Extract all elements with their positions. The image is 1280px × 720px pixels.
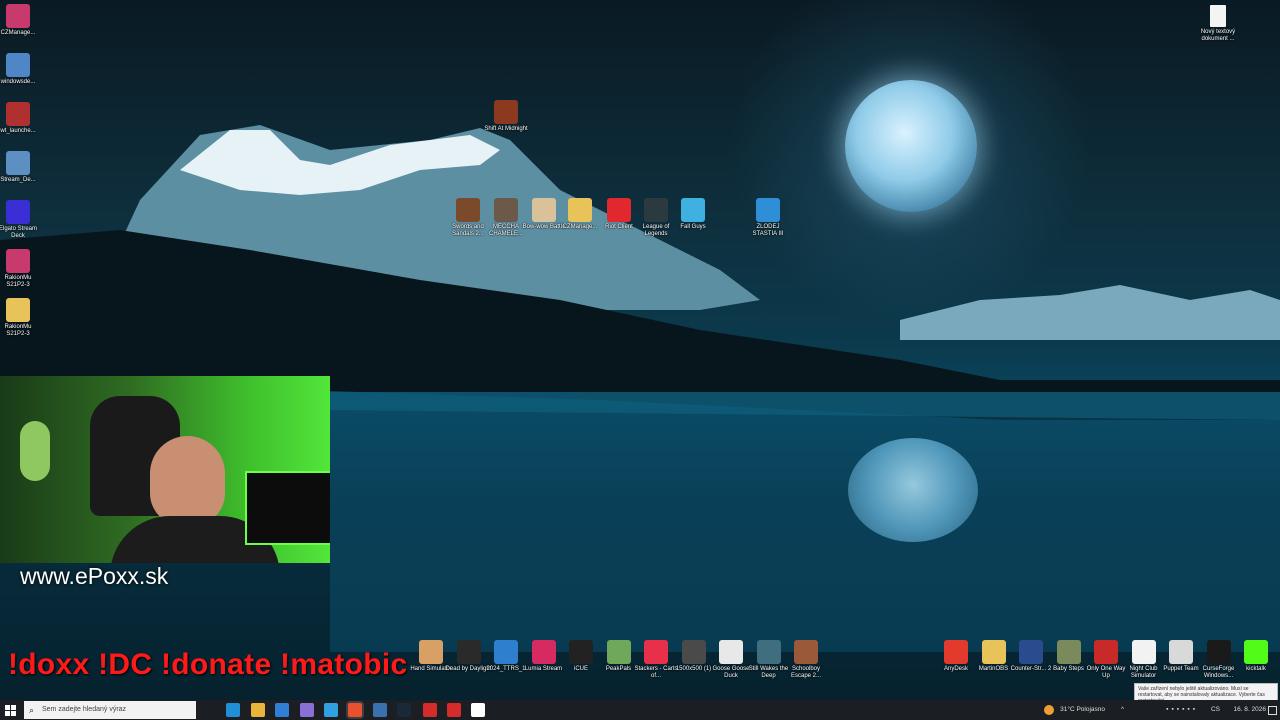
app-icon [1131, 640, 1156, 664]
icon-label: RakionMu S21P2-3 [4, 275, 32, 288]
icon-label: CZManage... [0, 30, 36, 36]
app-icon [981, 640, 1006, 664]
app-icon [756, 198, 780, 222]
app-icon [569, 640, 593, 664]
app-icon [681, 640, 706, 664]
steam-icon[interactable] [397, 703, 411, 717]
task-view-icon[interactable] [200, 703, 214, 717]
app-icon [606, 640, 631, 664]
search-placeholder: Sem zadejte hledaný výraz [42, 706, 127, 713]
app-icon[interactable] [324, 703, 338, 717]
icon-label: RakionMu S21P2-3 [4, 324, 32, 337]
app-icon [756, 640, 781, 664]
desktop-icon[interactable]: kicktalk [1232, 640, 1280, 673]
war-thunder-icon [6, 102, 30, 126]
desktop-icon[interactable]: Elgato Stream Deck [0, 200, 42, 240]
icon-label: Fall Guys [680, 224, 706, 230]
app-icon [1019, 640, 1043, 664]
desktop-icon[interactable]: RakionMu S21P2-3 [0, 249, 42, 289]
icon-label: windowsde... [0, 79, 36, 85]
stream-deck-icon [6, 200, 30, 224]
tray-icons[interactable]: ▪▪▪▪▪▪ [1166, 700, 1198, 720]
chat-commands-text: !doxx !DC !donate !matobic [8, 648, 408, 681]
app-icon [532, 198, 556, 222]
app-icon [494, 198, 518, 222]
desktop-icon[interactable]: ZLODEJ STASTIA III [744, 198, 792, 238]
icon-label: Stream_De... [0, 177, 36, 183]
app-icon [494, 640, 518, 664]
start-button[interactable] [5, 704, 17, 716]
winrar-archive-icon [6, 249, 30, 273]
desktop-icon[interactable]: Stream_De... [0, 151, 42, 184]
icon-label: wt_launche... [0, 128, 36, 134]
moon [845, 80, 977, 212]
frog-figure [20, 421, 50, 481]
desktop[interactable]: Nový textový dokument ... www.ePoxx.sk !… [0, 0, 1280, 720]
webcam-overlay [0, 376, 330, 563]
app-icon[interactable] [471, 703, 485, 717]
icon-label: ZLODEJ STASTIA III [752, 224, 784, 237]
app-icon [456, 640, 481, 664]
store-icon[interactable] [275, 703, 289, 717]
pc-case [245, 471, 330, 545]
clock-date[interactable]: 16. 8. 2026 [1233, 700, 1266, 720]
streamer-head [150, 436, 225, 526]
desktop-icon[interactable]: wt_launche... [0, 102, 42, 135]
installer-icon [6, 53, 30, 77]
app-icon [1169, 640, 1193, 664]
notification-center-icon[interactable] [1268, 706, 1277, 715]
app-icon[interactable] [423, 703, 437, 717]
app-icon [1244, 640, 1268, 664]
app-icon [494, 100, 518, 124]
desktop-icon-text-document[interactable]: Nový textový dokument ... [1194, 5, 1242, 43]
desktop-icon[interactable]: Fall Guys [669, 198, 717, 231]
app-icon [681, 198, 705, 222]
desktop-icon[interactable]: RakionMu S21P2-3 [0, 298, 42, 338]
website-text: www.ePoxx.sk [20, 563, 169, 589]
icon-label: Shift At Midnight [484, 126, 528, 132]
folder-icon [6, 298, 30, 322]
weather-text[interactable]: 31°C Polojasno [1060, 700, 1105, 720]
app-icon [794, 640, 818, 664]
app-icon [1056, 640, 1081, 664]
moon-reflection [848, 438, 978, 542]
search-box[interactable]: ⌕ Sem zadejte hledaný výraz [24, 701, 196, 719]
taskbar: ⌕ Sem zadejte hledaný výraz 31°C Polojas… [0, 700, 1280, 720]
file-explorer-icon[interactable] [251, 703, 265, 717]
icon-label: Schoolboy Escape 2... [790, 666, 822, 679]
icon-label: kicktalk [1246, 666, 1266, 672]
search-icon: ⌕ [29, 705, 35, 715]
app-icon [531, 640, 556, 664]
app-icon [456, 198, 480, 222]
app-icon [644, 640, 668, 664]
app-icon[interactable] [373, 703, 387, 717]
desktop-icon[interactable]: windowsde... [0, 53, 42, 86]
installer-icon [6, 151, 30, 175]
desktop-icon[interactable]: Schoolboy Escape 2... [782, 640, 830, 680]
brave-icon[interactable] [348, 703, 362, 717]
app-icon [1094, 640, 1118, 664]
app-icon [644, 198, 668, 222]
app-icon [944, 640, 968, 664]
app-icon [1206, 640, 1231, 664]
tray-chevron-icon[interactable]: ^ [1121, 700, 1124, 720]
desktop-icon[interactable]: CZManage... [0, 4, 42, 37]
language-indicator[interactable]: CS [1211, 700, 1220, 720]
wallpaper-landscape [0, 125, 1280, 652]
weather-icon [1044, 705, 1054, 715]
app-icon [719, 640, 743, 664]
desktop-icon[interactable]: Shift At Midnight [482, 100, 530, 133]
app-icon [607, 198, 631, 222]
app-icon[interactable] [447, 703, 461, 717]
windows-logo-icon [5, 705, 16, 716]
icon-label: Elgato Stream Deck [0, 226, 38, 239]
app-icon[interactable] [300, 703, 314, 717]
edge-icon[interactable] [226, 703, 240, 717]
app-icon [568, 198, 592, 222]
app-icon [419, 640, 443, 664]
winrar-archive-icon [6, 4, 30, 28]
text-document-icon [1210, 5, 1226, 27]
